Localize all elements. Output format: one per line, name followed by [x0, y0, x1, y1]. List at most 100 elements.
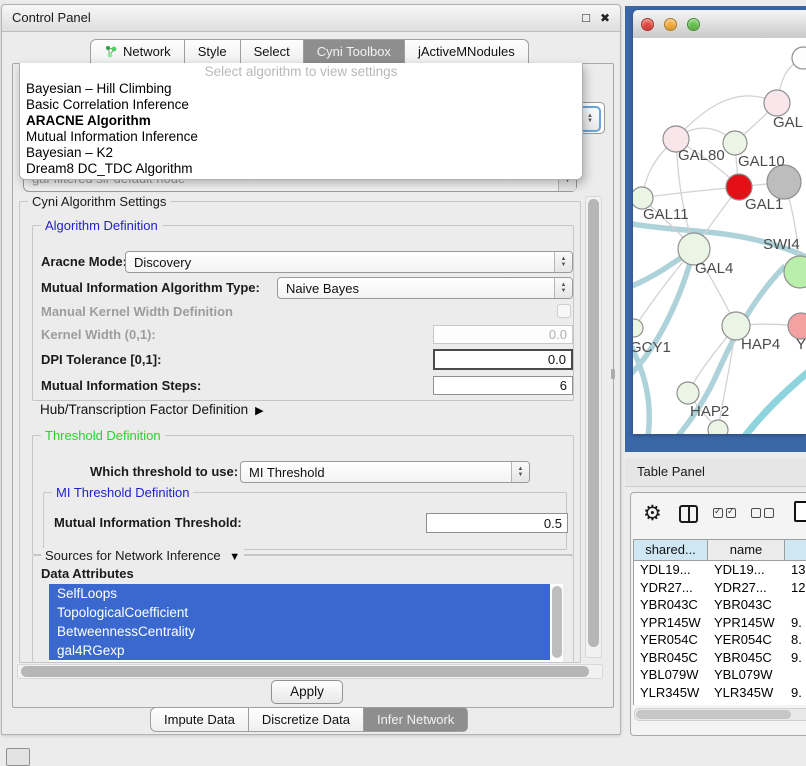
tab-label: Discretize Data — [262, 708, 350, 731]
new-table-icon[interactable] — [794, 501, 806, 522]
attribute-item-betweennesscentrality[interactable]: BetweennessCentrality — [49, 622, 550, 641]
apply-button[interactable]: Apply — [271, 680, 343, 704]
which-threshold-combo[interactable]: MI Threshold ▲▼ — [240, 461, 530, 483]
hub-factor-section-toggle[interactable]: Hub/Transcription Factor Definition ▶ — [40, 402, 264, 417]
table-cell: YDL19... — [634, 561, 708, 579]
control-panel-title: Control Panel — [12, 5, 91, 31]
algorithm-option-bayesian-hill-climbing[interactable]: Bayesian – Hill Climbing — [20, 81, 582, 97]
table-row[interactable]: YLR345WYLR345W9. — [634, 684, 806, 702]
table-row[interactable]: YDR27...YDR27...12 — [634, 579, 806, 597]
collapse-down-icon[interactable]: ▼ — [229, 551, 240, 563]
network-edge[interactable] — [745, 368, 806, 434]
kernel-width-input[interactable] — [433, 325, 573, 344]
table-cell: YDR27... — [634, 579, 708, 597]
settings-horizontal-scrollbar[interactable] — [17, 664, 603, 679]
column-layout-icon[interactable] — [679, 505, 698, 523]
tab-impute-data[interactable]: Impute Data — [150, 707, 249, 732]
algorithm-option-mutual-information-inference[interactable]: Mutual Information Inference — [20, 129, 582, 145]
tab-jactivemnodules[interactable]: jActiveMNodules — [405, 39, 529, 64]
manual-kernel-checkbox[interactable] — [557, 304, 571, 318]
table-row[interactable]: YER054CYER054C8. — [634, 631, 806, 649]
combo-stepper-icon[interactable]: ▲▼ — [511, 462, 529, 482]
settings-vertical-scrollbar-thumb[interactable] — [588, 199, 599, 647]
tab-discretize-data[interactable]: Discretize Data — [249, 707, 364, 732]
dpi-tolerance-input[interactable] — [433, 349, 573, 370]
table-row[interactable]: YDL19...YDL19...13 — [634, 561, 806, 579]
data-attributes-list[interactable]: SelfLoopsTopologicalCoefficientBetweenne… — [49, 584, 563, 662]
table-row[interactable]: YIL052CYIL052C9. — [634, 701, 806, 705]
table-horizontal-scrollbar-thumb[interactable] — [636, 710, 791, 719]
data-attributes-label: Data Attributes — [41, 566, 134, 581]
tab-cyni-toolbox[interactable]: Cyni Toolbox — [304, 39, 405, 64]
network-node[interactable] — [708, 420, 728, 434]
control-panel-window: Control Panel □ ✖ NetworkStyleSelectCyni… — [1, 4, 621, 735]
network-node-gal[interactable] — [764, 90, 790, 116]
table-row[interactable]: YBR043CYBR043C — [634, 596, 806, 614]
minimize-traffic-light[interactable] — [664, 18, 677, 31]
threshold-definition-title: Threshold Definition — [41, 428, 165, 443]
list-scrollbar-thumb[interactable] — [552, 586, 562, 658]
close-traffic-light[interactable] — [641, 18, 654, 31]
list-scrollbar[interactable] — [551, 584, 563, 662]
network-node-hap2[interactable] — [677, 382, 699, 404]
manual-kernel-label: Manual Kernel Width Definition — [41, 305, 233, 319]
mi-algorithm-type-combo[interactable]: Naive Bayes ▲▼ — [277, 277, 573, 299]
minimized-panel-button[interactable] — [6, 748, 30, 766]
panel-splitter-handle[interactable] — [611, 369, 615, 379]
algorithm-option-dream8-dc-tdc-algorithm[interactable]: Dream8 DC_TDC Algorithm — [20, 161, 582, 177]
expand-right-icon[interactable]: ▶ — [255, 405, 263, 417]
table-row[interactable]: YBR045CYBR045C9. — [634, 649, 806, 667]
mi-steps-input[interactable] — [433, 376, 573, 395]
attribute-item-gal4rgexp[interactable]: gal4RGexp — [49, 641, 550, 660]
algorithm-option-basic-correlation-inference[interactable]: Basic Correlation Inference — [20, 97, 582, 113]
network-window-frame: GALGAL80GAL10GAL1GAL11GAL4SWI4GCY1HAP4YH… — [625, 6, 806, 452]
settings-horizontal-scrollbar-thumb[interactable] — [21, 666, 589, 677]
sources-title: Sources for Network Inference ▼ — [41, 548, 244, 565]
network-node-gcy1[interactable] — [633, 319, 643, 337]
attribute-item-selfloops[interactable]: SelfLoops — [49, 584, 550, 603]
algorithm-dropdown-placeholder: Select algorithm to view settings — [20, 63, 582, 81]
tab-select[interactable]: Select — [241, 39, 304, 64]
network-canvas[interactable]: GALGAL80GAL10GAL1GAL11GAL4SWI4GCY1HAP4YH… — [633, 38, 806, 434]
table-row[interactable]: YPR145WYPR145W9. — [634, 614, 806, 632]
network-node-swi4[interactable] — [784, 256, 806, 288]
algorithm-option-aracne-algorithm[interactable]: ARACNE Algorithm — [20, 113, 582, 129]
column-header-a[interactable]: A — [785, 540, 806, 561]
gear-icon[interactable]: ⚙ — [643, 501, 662, 527]
table-cell: YBL079W — [708, 666, 785, 684]
network-edge[interactable] — [642, 187, 739, 198]
table-cell: 8. — [785, 631, 806, 649]
table-cell: YLR345W — [708, 684, 785, 702]
tab-network[interactable]: Network — [90, 39, 185, 64]
table-row[interactable]: YBL079WYBL079W — [634, 666, 806, 684]
attribute-item-topologicalcoefficient[interactable]: TopologicalCoefficient — [49, 603, 550, 622]
aracne-mode-combo[interactable]: Discovery ▲▼ — [125, 251, 573, 273]
tab-label: Impute Data — [164, 708, 235, 731]
combo-stepper-icon[interactable]: ▲▼ — [554, 278, 572, 298]
network-node[interactable] — [767, 165, 801, 199]
network-node[interactable] — [792, 47, 806, 69]
network-node-gal10[interactable] — [723, 131, 747, 155]
deselect-all-checks-icon[interactable] — [751, 508, 774, 518]
settings-vertical-scrollbar[interactable] — [585, 196, 602, 658]
select-all-checks-icon[interactable] — [713, 508, 736, 518]
float-window-icon[interactable]: □ — [582, 5, 590, 31]
column-header-shared[interactable]: shared... — [634, 540, 708, 561]
table-cell: 9. — [785, 614, 806, 632]
algorithm-option-bayesian-k2[interactable]: Bayesian – K2 — [20, 145, 582, 161]
table-horizontal-scrollbar[interactable] — [634, 708, 806, 721]
tab-infer-network[interactable]: Infer Network — [364, 707, 468, 732]
combo-stepper-icon[interactable]: ▲▼ — [554, 252, 572, 272]
close-window-icon[interactable]: ✖ — [600, 5, 610, 31]
cyni-algorithm-settings-group: Cyni Algorithm Settings Algorithm Defini… — [19, 201, 581, 663]
column-header-name[interactable]: name — [708, 540, 785, 561]
node-label-hap2: HAP2 — [690, 403, 729, 420]
node-label-swi4: SWI4 — [763, 236, 800, 253]
table-cell — [785, 596, 806, 614]
zoom-traffic-light[interactable] — [687, 18, 700, 31]
mi-threshold-input[interactable] — [426, 513, 568, 533]
kernel-width-label: Kernel Width (0,1): — [41, 325, 156, 344]
tab-style[interactable]: Style — [185, 39, 241, 64]
table-cell: YER054C — [708, 631, 785, 649]
hub-factor-label: Hub/Transcription Factor Definition — [40, 402, 248, 417]
